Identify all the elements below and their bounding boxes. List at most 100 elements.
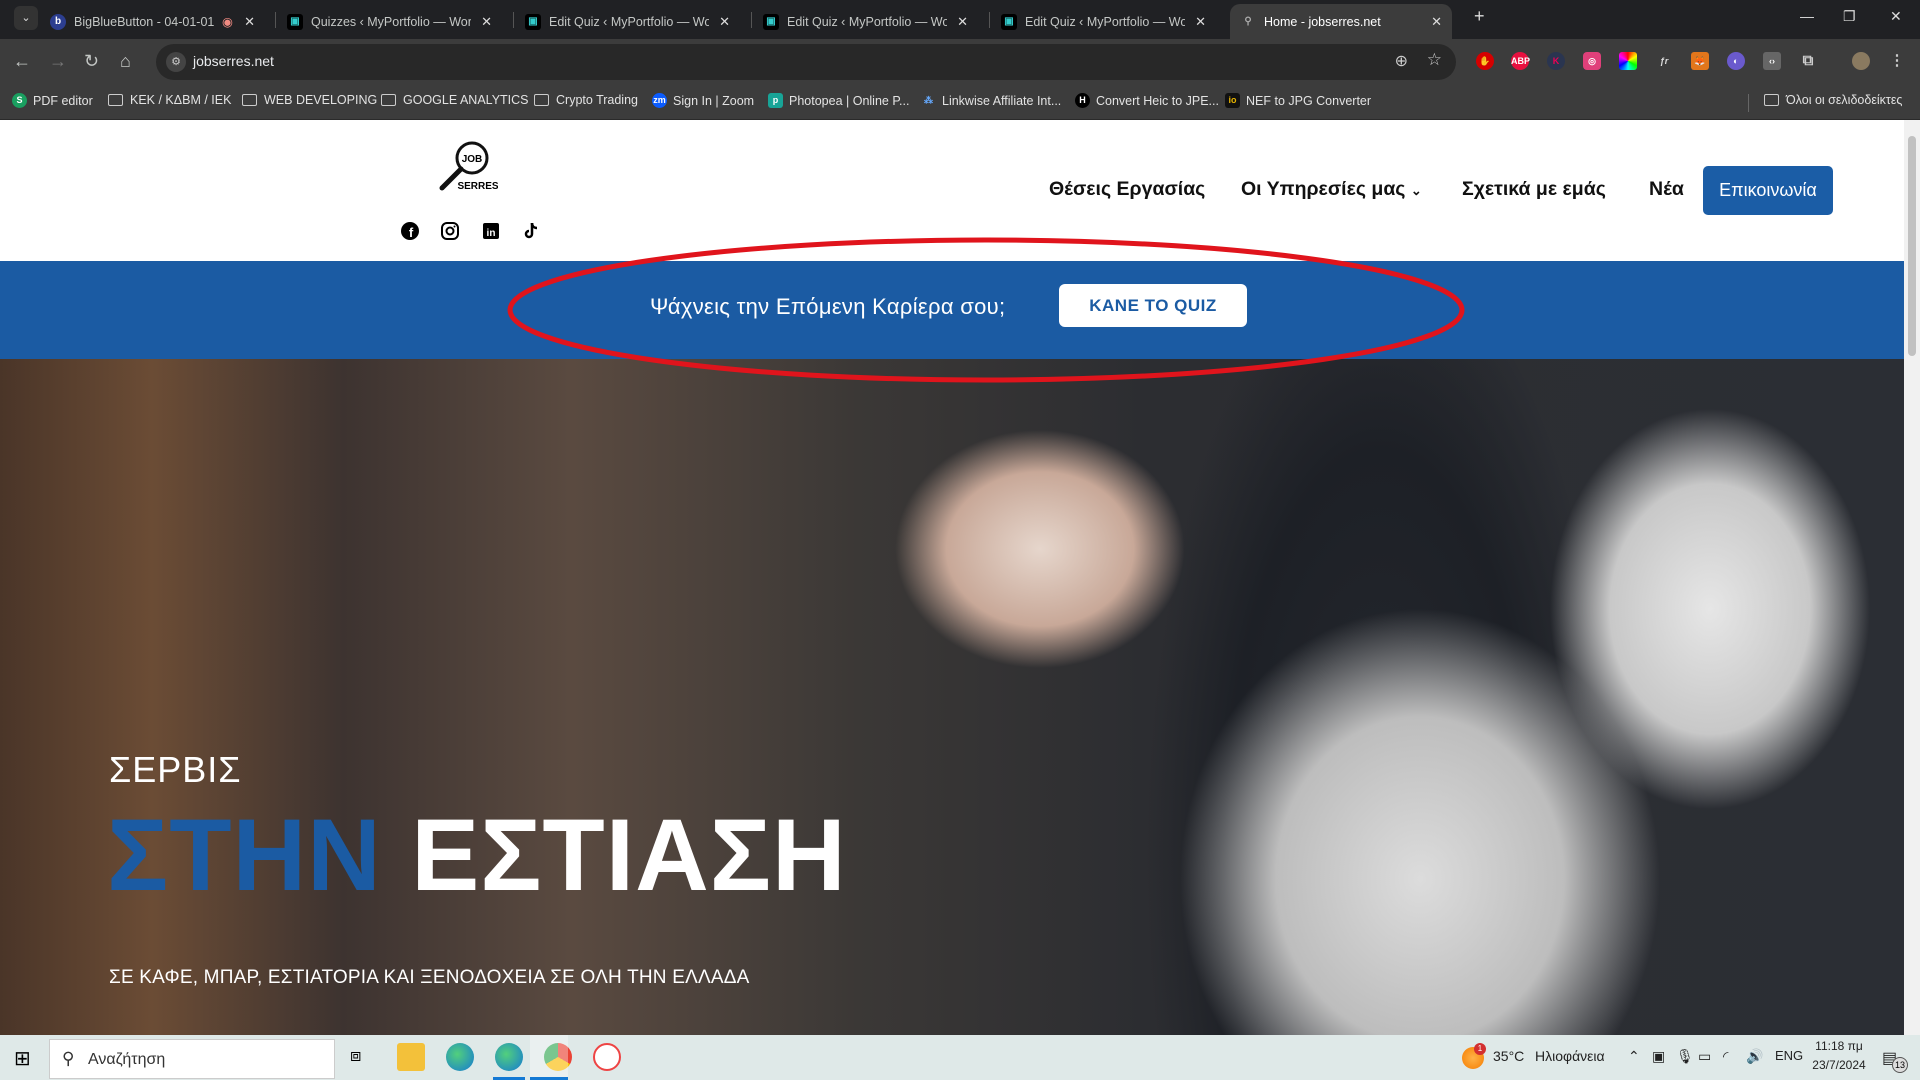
page-scrollbar[interactable] — [1904, 120, 1920, 1035]
close-window-button[interactable]: ✕ — [1890, 8, 1902, 25]
close-icon[interactable]: ✕ — [481, 14, 492, 30]
volume-icon[interactable]: 🔊 — [1746, 1048, 1763, 1065]
bookmark-label: Sign In | Zoom — [673, 93, 755, 108]
bookmark-pdf-editor[interactable]: S PDF editor — [12, 93, 93, 108]
facebook-icon[interactable]: f — [400, 221, 420, 241]
bookmark-heic[interactable]: H Convert Heic to JPE... — [1075, 93, 1219, 108]
bookmark-label: Linkwise Affiliate Int... — [942, 93, 1062, 108]
bookmark-label: GOOGLE ANALYTICS — [403, 93, 529, 107]
fonts-extension-icon[interactable]: ƒr — [1655, 52, 1673, 70]
jobserres-logo[interactable]: JOB SERRES — [436, 140, 498, 202]
svg-text:f: f — [409, 225, 414, 240]
tab-edit-quiz-2[interactable]: ▣ Edit Quiz ‹ MyPortfolio — Word ✕ — [753, 4, 978, 39]
all-bookmarks[interactable]: Όλοι οι σελιδοδείκτες — [1764, 93, 1902, 107]
extension-icon[interactable]: ◐ — [1727, 52, 1745, 70]
tab-quizzes[interactable]: ▣ Quizzes ‹ MyPortfolio — WordP ✕ — [277, 4, 502, 39]
puzzle-extensions-icon[interactable]: ⧉ — [1799, 52, 1817, 70]
close-icon[interactable]: ✕ — [957, 14, 968, 30]
forward-icon[interactable]: → — [49, 51, 67, 72]
bookmark-folder-kek[interactable]: KEK / ΚΔΒΜ / ΙΕΚ — [108, 93, 231, 107]
bookmark-photopea[interactable]: p Photopea | Online P... — [768, 93, 909, 108]
bookmark-label: Photopea | Online P... — [789, 93, 910, 108]
abp-icon[interactable]: ABP — [1511, 52, 1530, 70]
menu-kebab-icon[interactable]: ⋮ — [1888, 52, 1906, 70]
new-tab-button[interactable]: + — [1474, 6, 1485, 27]
k-extension-icon[interactable]: K — [1547, 52, 1565, 70]
tab-home-jobserres[interactable]: ⚲ Home - jobserres.net ✕ — [1230, 4, 1452, 39]
chevron-down-icon: ⌄ — [1410, 183, 1422, 198]
reload-icon[interactable]: ↻ — [84, 51, 99, 72]
bookmark-folder-google-analytics[interactable]: GOOGLE ANALYTICS — [381, 93, 529, 107]
color-picker-icon[interactable] — [1619, 52, 1637, 70]
menu-services[interactable]: Οι Υπηρεσίες μας ⌄ — [1241, 178, 1422, 201]
menu-jobs[interactable]: Θέσεις Εργασίας — [1049, 178, 1205, 201]
back-icon[interactable]: ← — [13, 51, 31, 72]
bookmark-label: PDF editor — [33, 93, 93, 108]
bookmark-zoom[interactable]: zm Sign In | Zoom — [652, 93, 754, 108]
linkedin-icon[interactable]: in — [481, 221, 501, 241]
close-icon[interactable]: ✕ — [1195, 14, 1206, 30]
language-indicator[interactable]: ENG — [1775, 1048, 1803, 1063]
wifi-icon[interactable]: ◜ — [1723, 1048, 1728, 1065]
instagram-extension-icon[interactable]: ◎ — [1583, 52, 1601, 70]
battery-icon[interactable]: ▭ — [1698, 1048, 1711, 1065]
edge-icon[interactable] — [446, 1043, 474, 1071]
wordpress-site-icon: ▣ — [525, 13, 541, 30]
close-icon[interactable]: ✕ — [1431, 14, 1442, 30]
bookmark-linkwise[interactable]: ⁂ Linkwise Affiliate Int... — [921, 93, 1061, 108]
camera-icon[interactable]: ▣ — [1652, 1048, 1665, 1065]
file-explorer-icon[interactable] — [397, 1043, 425, 1071]
home-icon[interactable]: ⌂ — [120, 51, 131, 72]
tab-edit-quiz-1[interactable]: ▣ Edit Quiz ‹ MyPortfolio — Word ✕ — [515, 4, 740, 39]
contact-button[interactable]: Επικοινωνία — [1703, 166, 1833, 215]
tab-title: Edit Quiz ‹ MyPortfolio — Word — [1025, 14, 1185, 29]
adblock-hand-icon[interactable]: ✋ — [1476, 52, 1494, 70]
folder-icon — [534, 94, 549, 106]
minimize-button[interactable]: — — [1800, 8, 1814, 24]
weather-text[interactable]: Ηλιοφάνεια — [1535, 1048, 1605, 1064]
snipping-tool-icon[interactable] — [593, 1043, 621, 1071]
microphone-icon[interactable]: 🎙 — [1676, 1048, 1694, 1065]
chevron-up-icon[interactable]: ⌃ — [1628, 1048, 1640, 1065]
clock-time[interactable]: 11:18 πμ — [1811, 1039, 1867, 1053]
menu-news[interactable]: Νέα — [1649, 178, 1684, 201]
bookmark-label: WEB DEVELOPING — [264, 93, 378, 107]
task-view-icon[interactable]: ⧈ — [350, 1045, 361, 1066]
take-quiz-button[interactable]: ΚΑΝΕ ΤΟ QUIZ — [1059, 284, 1247, 327]
bookmarks-bar: S PDF editor KEK / ΚΔΒΜ / ΙΕΚ WEB DEVELOP… — [0, 86, 1920, 120]
bookmark-nef[interactable]: io NEF to JPG Converter — [1225, 93, 1371, 108]
tiktok-icon[interactable] — [521, 221, 541, 241]
instagram-icon[interactable] — [440, 221, 460, 241]
url-text[interactable]: jobserres.net — [193, 53, 274, 69]
site-settings-icon[interactable]: ⚙ — [166, 52, 186, 72]
temperature[interactable]: 35°C — [1493, 1048, 1524, 1064]
metamask-icon[interactable]: 🦊 — [1691, 52, 1709, 70]
restore-button[interactable]: ❐ — [1843, 8, 1856, 25]
code-extension-icon[interactable]: ‹› — [1763, 52, 1781, 70]
profile-avatar[interactable] — [1852, 52, 1870, 70]
bookmark-star-icon[interactable]: ☆ — [1427, 50, 1442, 70]
tab-bigbluebutton[interactable]: b BigBlueButton - 04-01-01 - ◉ ✕ — [40, 4, 265, 39]
menu-about[interactable]: Σχετικά με εμάς — [1462, 178, 1606, 201]
heic-icon: H — [1075, 93, 1090, 108]
bookmark-label: Crypto Trading — [556, 93, 638, 107]
bookmark-folder-crypto[interactable]: Crypto Trading — [534, 93, 638, 107]
scrollbar-thumb[interactable] — [1908, 136, 1916, 356]
hero-subtitle-small: ΣΕΡΒΙΣ — [109, 749, 242, 790]
svg-text:in: in — [487, 228, 496, 239]
zoom-icon: zm — [652, 93, 667, 108]
edge-work-icon[interactable] — [495, 1043, 523, 1071]
zoom-icon[interactable]: ⊕ — [1395, 51, 1408, 71]
close-icon[interactable]: ✕ — [244, 14, 255, 30]
photopea-icon: p — [768, 93, 783, 108]
tab-edit-quiz-3[interactable]: ▣ Edit Quiz ‹ MyPortfolio — Word ✕ — [991, 4, 1216, 39]
close-icon[interactable]: ✕ — [719, 14, 730, 30]
clock-date[interactable]: 23/7/2024 — [1808, 1058, 1870, 1072]
address-bar[interactable]: ⚙ jobserres.net ⊕ ☆ — [156, 44, 1456, 80]
taskbar-search[interactable]: ⚲ Αναζήτηση — [49, 1039, 335, 1079]
tab-search-button[interactable]: ⌄ — [14, 6, 38, 30]
bookmark-label: Convert Heic to JPE... — [1096, 93, 1219, 108]
tab-title: BigBlueButton - 04-01-01 - — [74, 14, 214, 29]
bookmark-folder-web-developing[interactable]: WEB DEVELOPING — [242, 93, 377, 107]
windows-start-icon[interactable]: ⊞ — [14, 1046, 31, 1071]
